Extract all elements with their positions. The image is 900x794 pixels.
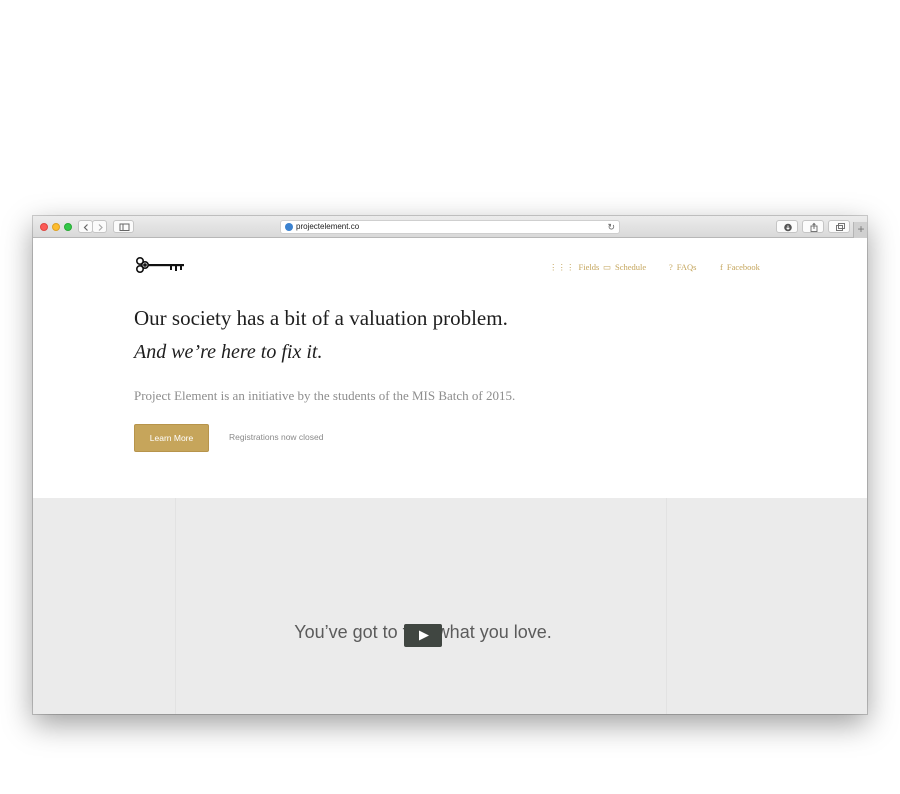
url-text: projectelement.co	[296, 222, 360, 231]
video-divider	[175, 498, 176, 714]
nav-link-schedule[interactable]: ▭ Schedule	[603, 262, 646, 276]
reload-icon[interactable]: ↻	[607, 222, 615, 232]
web-page: ⋮⋮⋮ Fields ▭ Schedule ? FAQs f Facebook Our …	[33, 238, 867, 714]
hero-subheadline: And we’re here to fix it.	[134, 341, 323, 363]
facebook-icon: f	[720, 262, 723, 272]
play-button[interactable]	[404, 624, 442, 647]
new-tab-button[interactable]: +	[853, 222, 867, 238]
forward-button[interactable]	[92, 220, 107, 233]
learn-more-button[interactable]: Learn More	[134, 424, 209, 452]
close-window-button[interactable]	[40, 223, 48, 231]
play-icon	[419, 630, 429, 641]
key-logo-icon[interactable]	[134, 255, 186, 280]
nav-link-faqs[interactable]: ? FAQs	[669, 262, 696, 276]
nav-link-facebook[interactable]: f Facebook	[720, 262, 760, 276]
show-tabs-button[interactable]	[828, 220, 850, 233]
video-player[interactable]: You’ve got to find what you love.	[33, 498, 867, 714]
question-icon: ?	[669, 262, 673, 272]
download-icon	[784, 223, 792, 232]
video-divider	[666, 498, 667, 714]
nav-label: Facebook	[726, 262, 760, 272]
nav-label: FAQs	[676, 262, 697, 272]
downloads-button[interactable]	[776, 220, 798, 233]
browser-window: projectelement.co ↻ + ⋮⋮⋮ Fields ▭ Sched…	[33, 216, 867, 714]
back-button[interactable]	[78, 220, 93, 233]
sidebar-icon	[119, 223, 130, 231]
calendar-icon: ▭	[603, 262, 612, 272]
globe-icon	[285, 223, 293, 231]
nav-link-fields[interactable]: ⋮⋮⋮ Fields	[549, 262, 599, 276]
hero-description: Project Element is an initiative by the …	[134, 388, 516, 403]
zoom-window-button[interactable]	[64, 223, 72, 231]
share-button[interactable]	[802, 220, 824, 233]
share-icon	[810, 222, 818, 232]
address-bar[interactable]: projectelement.co ↻	[280, 220, 620, 234]
browser-toolbar: projectelement.co ↻ +	[33, 216, 867, 238]
nav-label: Schedule	[615, 262, 647, 272]
nav-label: Fields	[578, 262, 600, 272]
chevron-right-icon	[98, 224, 103, 231]
tabs-icon	[836, 223, 845, 231]
sidebar-toggle-button[interactable]	[113, 220, 134, 233]
grid-icon: ⋮⋮⋮	[549, 262, 575, 272]
registration-status: Registrations now closed	[229, 432, 324, 442]
hero-headline: Our society has a bit of a valuation pro…	[134, 306, 508, 330]
minimize-window-button[interactable]	[52, 223, 60, 231]
